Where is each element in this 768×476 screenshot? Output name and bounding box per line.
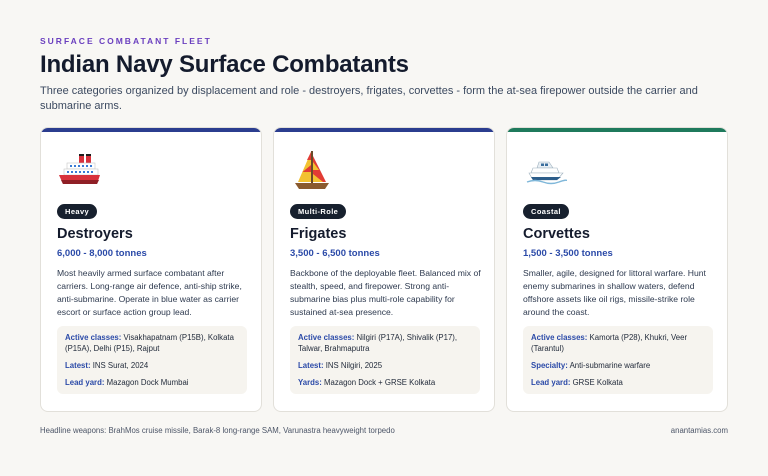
page-title: Indian Navy Surface Combatants (40, 51, 409, 78)
category-name: Frigates (290, 226, 347, 242)
footer-credit: anantamias.com (670, 426, 728, 435)
category-description: Most heavily armed surface combatant aft… (57, 268, 242, 317)
card-accent-bar (274, 128, 494, 132)
detail-row: Latest: INS Surat, 2024 (65, 360, 239, 371)
detail-label: Specialty: (531, 361, 568, 370)
detail-row: Specialty: Anti-submarine warfare (531, 360, 705, 371)
tonnage-range: 1,500 - 3,500 tonnes (523, 248, 613, 259)
tonnage-range: 6,000 - 8,000 tonnes (57, 248, 147, 259)
detail-value: GRSE Kolkata (572, 378, 623, 387)
detail-label: Latest: (65, 361, 91, 370)
category-badge: Coastal (523, 204, 569, 219)
detail-label: Lead yard: (65, 378, 105, 387)
detail-label: Active classes: (65, 333, 122, 342)
card-corvettes: Coastal Corvettes 1,500 - 3,500 tonnes S… (506, 127, 728, 412)
category-description: Backbone of the deployable fleet. Balanc… (290, 268, 481, 317)
detail-row: Lead yard: Mazagon Dock Mumbai (65, 377, 239, 388)
card-accent-bar (507, 128, 727, 132)
category-badge: Heavy (57, 204, 98, 219)
category-name: Corvettes (523, 226, 590, 242)
detail-row: Active classes: Kamorta (P28), Khukri, V… (531, 332, 705, 354)
details-box: Active classes: Visakhapatnam (P15B), Ko… (57, 326, 247, 394)
detail-value: INS Surat, 2024 (92, 361, 149, 370)
cards-grid: Heavy Destroyers 6,000 - 8,000 tonnes Mo… (40, 127, 728, 412)
details-box: Active classes: Kamorta (P28), Khukri, V… (523, 326, 713, 394)
detail-label: Active classes: (531, 333, 588, 342)
detail-label: Active classes: (298, 333, 355, 342)
category-name: Destroyers (57, 226, 133, 242)
detail-value: INS Nilgiri, 2025 (325, 361, 383, 370)
detail-value: Anti-submarine warfare (569, 361, 651, 370)
speedboat-icon (526, 161, 567, 185)
detail-label: Latest: (298, 361, 324, 370)
detail-label: Yards: (298, 378, 322, 387)
sailboat-icon (295, 151, 329, 189)
detail-row: Yards: Mazagon Dock + GRSE Kolkata (298, 377, 472, 388)
details-box: Active classes: Nilgiri (P17A), Shivalik… (290, 326, 480, 394)
detail-row: Active classes: Nilgiri (P17A), Shivalik… (298, 332, 472, 354)
eyebrow-label: SURFACE COMBATANT FLEET (40, 36, 212, 46)
card-destroyers: Heavy Destroyers 6,000 - 8,000 tonnes Mo… (40, 127, 262, 412)
card-accent-bar (41, 128, 261, 132)
cruise-ship-icon (59, 154, 100, 184)
detail-row: Active classes: Visakhapatnam (P15B), Ko… (65, 332, 239, 354)
page-subtitle: Three categories organized by displaceme… (40, 85, 698, 112)
tonnage-range: 3,500 - 6,500 tonnes (290, 248, 380, 259)
detail-value: Mazagon Dock + GRSE Kolkata (324, 378, 436, 387)
detail-value: Mazagon Dock Mumbai (106, 378, 189, 387)
category-badge: Multi-Role (290, 204, 347, 219)
footer-note: Headline weapons: BrahMos cruise missile… (40, 426, 395, 435)
detail-row: Lead yard: GRSE Kolkata (531, 377, 705, 388)
detail-row: Latest: INS Nilgiri, 2025 (298, 360, 472, 371)
category-description: Smaller, agile, designed for littoral wa… (523, 268, 706, 317)
card-frigates: Multi-Role Frigates 3,500 - 6,500 tonnes… (273, 127, 495, 412)
detail-label: Lead yard: (531, 378, 571, 387)
